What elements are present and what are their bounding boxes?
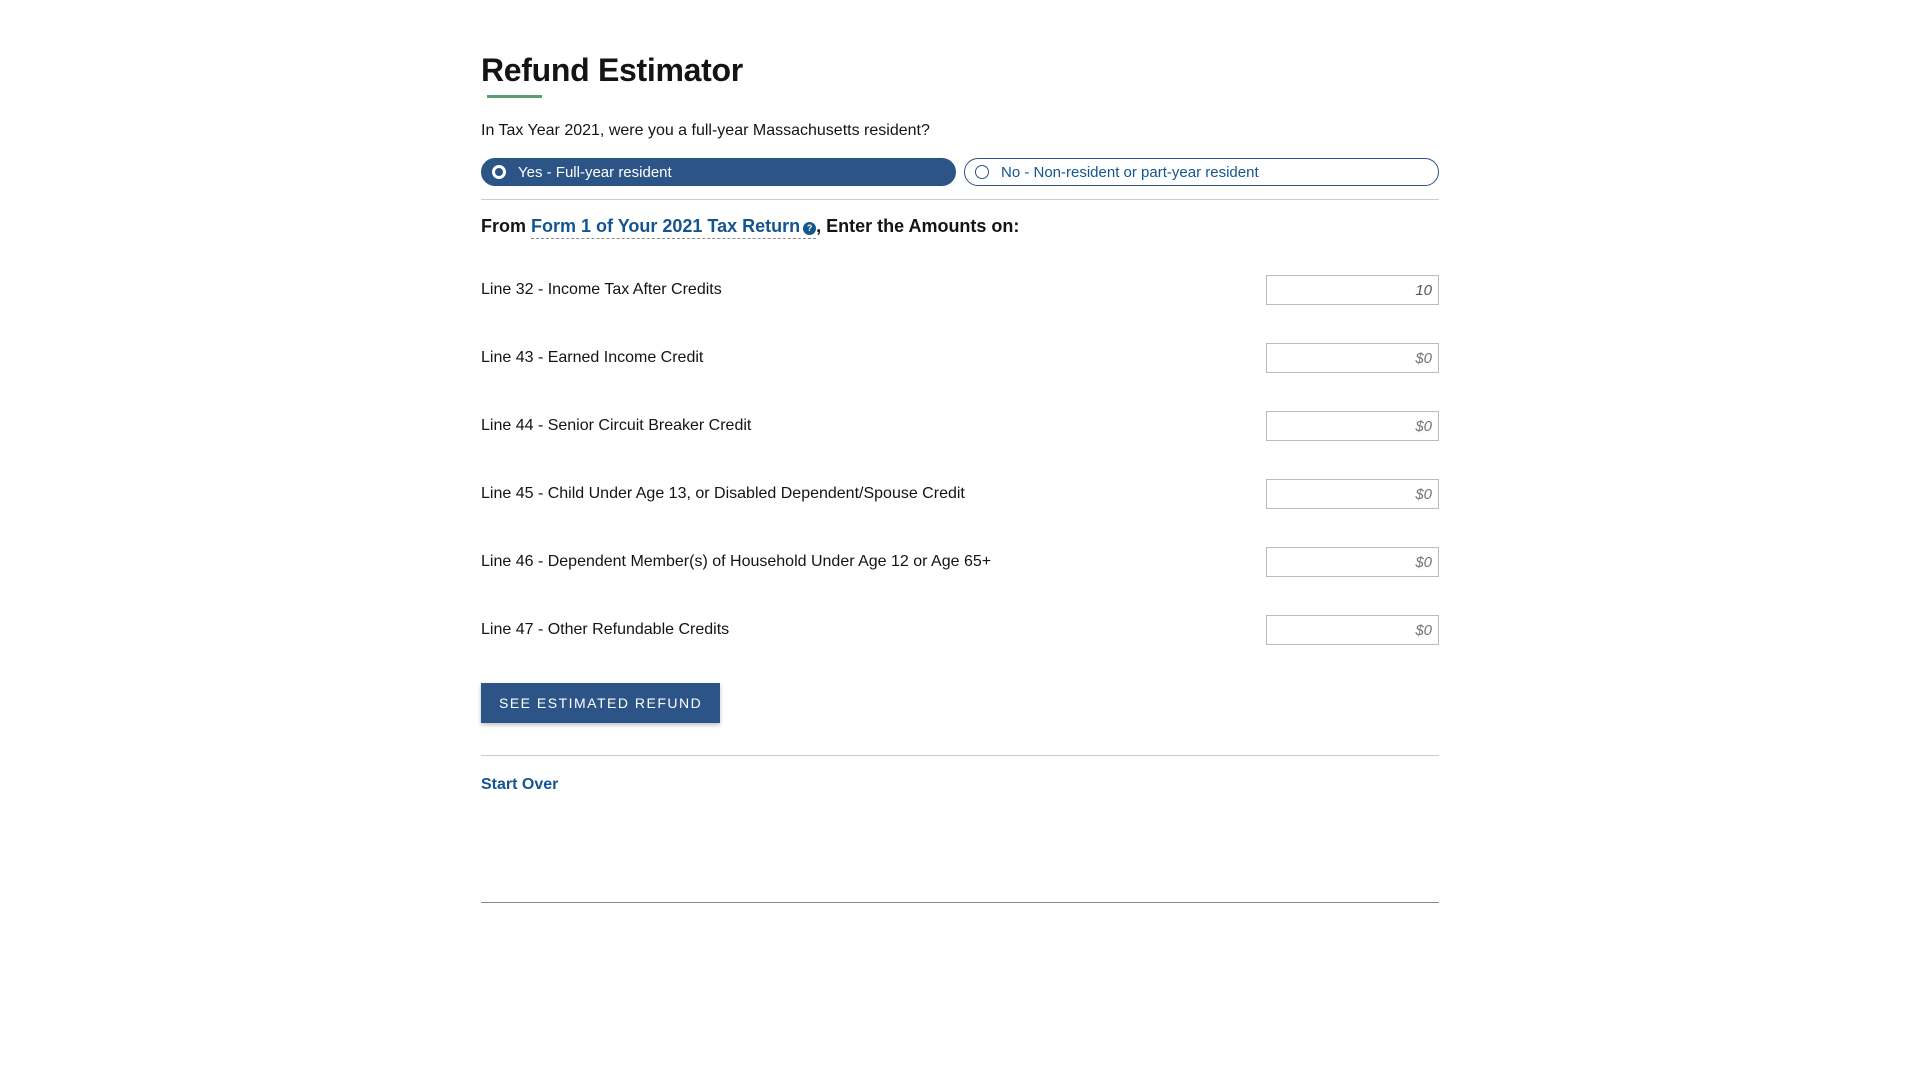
form-link-text: Form 1 of Your 2021 Tax Return xyxy=(531,216,800,237)
line-row: Line 32 - Income Tax After Credits xyxy=(481,275,1439,305)
line-45-input[interactable] xyxy=(1266,479,1439,509)
line-label: Line 44 - Senior Circuit Breaker Credit xyxy=(481,417,751,435)
start-over-link[interactable]: Start Over xyxy=(481,776,558,794)
resident-question: In Tax Year 2021, were you a full-year M… xyxy=(481,122,1439,140)
line-label: Line 43 - Earned Income Credit xyxy=(481,349,703,367)
radio-yes-fullyear[interactable]: Yes - Full-year resident xyxy=(481,158,956,186)
line-47-input[interactable] xyxy=(1266,615,1439,645)
divider xyxy=(481,199,1439,200)
radio-yes-label: Yes - Full-year resident xyxy=(518,164,672,181)
line-row: Line 45 - Child Under Age 13, or Disable… xyxy=(481,479,1439,509)
line-label: Line 47 - Other Refundable Credits xyxy=(481,621,729,639)
line-row: Line 46 - Dependent Member(s) of Househo… xyxy=(481,547,1439,577)
line-label: Line 45 - Child Under Age 13, or Disable… xyxy=(481,485,965,503)
see-estimated-refund-button[interactable]: SEE ESTIMATED REFUND xyxy=(481,683,720,723)
title-underline xyxy=(487,95,542,98)
form-link[interactable]: Form 1 of Your 2021 Tax Return ? xyxy=(531,216,816,239)
radio-no-label: No - Non-resident or part-year resident xyxy=(1001,164,1259,181)
resident-radio-group: Yes - Full-year resident No - Non-reside… xyxy=(481,158,1439,186)
radio-circle-icon xyxy=(492,165,506,179)
line-label: Line 32 - Income Tax After Credits xyxy=(481,281,722,299)
from-instruction: From Form 1 of Your 2021 Tax Return ? , … xyxy=(481,216,1439,239)
from-suffix: , Enter the Amounts on: xyxy=(816,216,1019,236)
line-46-input[interactable] xyxy=(1266,547,1439,577)
page-title: Refund Estimator xyxy=(481,52,1439,89)
line-44-input[interactable] xyxy=(1266,411,1439,441)
divider xyxy=(481,755,1439,756)
line-43-input[interactable] xyxy=(1266,343,1439,373)
lines-block: Line 32 - Income Tax After Credits Line … xyxy=(481,275,1439,645)
main-container: Refund Estimator In Tax Year 2021, were … xyxy=(481,0,1439,903)
line-row: Line 44 - Senior Circuit Breaker Credit xyxy=(481,411,1439,441)
footer-divider xyxy=(481,902,1439,903)
line-row: Line 47 - Other Refundable Credits xyxy=(481,615,1439,645)
line-row: Line 43 - Earned Income Credit xyxy=(481,343,1439,373)
radio-no-nonresident[interactable]: No - Non-resident or part-year resident xyxy=(964,158,1439,186)
from-prefix: From xyxy=(481,216,531,236)
line-label: Line 46 - Dependent Member(s) of Househo… xyxy=(481,553,991,571)
radio-circle-icon xyxy=(975,165,989,179)
line-32-input[interactable] xyxy=(1266,275,1439,305)
help-icon[interactable]: ? xyxy=(803,222,816,235)
